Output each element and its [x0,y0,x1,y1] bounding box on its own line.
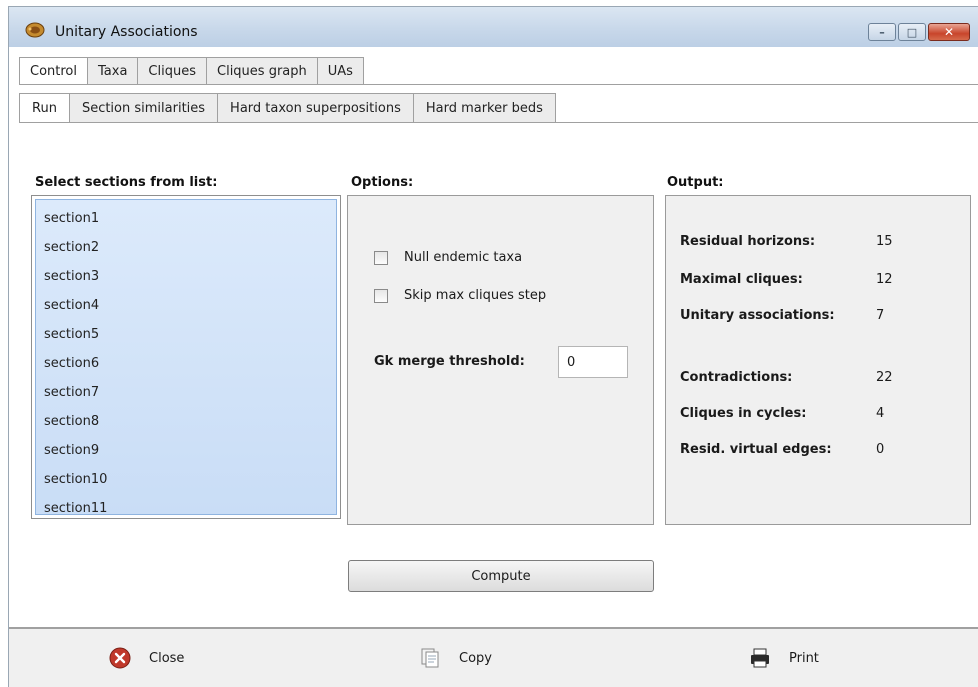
output-label: Output: [667,175,724,190]
output-cliques-in-cycles-label: Cliques in cycles: [680,406,807,421]
sections-label: Select sections from list: [35,175,218,190]
output-contradictions-value: 22 [876,370,893,385]
app-window: Unitary Associations – □ ✕ Control Taxa … [8,6,978,687]
null-endemic-label: Null endemic taxa [404,250,523,265]
list-item[interactable]: section4 [36,291,336,320]
minimize-icon: – [879,25,885,39]
output-residual-horizons-value: 15 [876,234,893,249]
null-endemic-checkbox[interactable] [374,250,388,265]
printer-icon [751,648,769,668]
output-unitary-associations-label: Unitary associations: [680,308,835,323]
null-endemic-option[interactable]: Null endemic taxa [374,250,522,265]
print-button-label: Print [789,650,819,666]
list-item[interactable]: section3 [36,262,336,291]
skip-max-cliques-option[interactable]: Skip max cliques step [374,288,546,303]
close-button[interactable]: Close [109,647,184,669]
tab-run[interactable]: Run [19,93,70,123]
output-maximal-cliques-label: Maximal cliques: [680,272,803,287]
output-maximal-cliques-value: 12 [876,272,893,287]
skip-max-cliques-label: Skip max cliques step [404,288,547,303]
copy-button[interactable]: Copy [419,647,492,669]
tab-hard-marker-beds[interactable]: Hard marker beds [413,93,556,123]
top-tabs: Control Taxa Cliques Cliques graph UAs [19,57,364,85]
list-item[interactable]: section6 [36,349,336,378]
list-item[interactable]: section2 [36,233,336,262]
close-icon: ✕ [943,25,955,39]
maximize-button[interactable]: □ [898,23,926,41]
tab-uas[interactable]: UAs [317,57,364,85]
tab-taxa[interactable]: Taxa [88,57,139,85]
tab-hard-taxon-superpositions[interactable]: Hard taxon superpositions [218,93,414,123]
list-item[interactable]: section1 [36,204,336,233]
copy-button-label: Copy [459,650,492,666]
output-resid-virtual-edges-value: 0 [876,442,885,457]
options-label: Options: [351,175,414,190]
title-bar[interactable]: Unitary Associations – □ ✕ [9,7,978,47]
list-item[interactable]: section5 [36,320,336,349]
close-circle-icon [109,647,131,669]
minimize-button[interactable]: – [868,23,896,41]
sub-tabs: Run Section similarities Hard taxon supe… [19,93,556,123]
tab-control[interactable]: Control [19,57,88,85]
output-residual-horizons-label: Residual horizons: [680,234,816,249]
copy-icon [421,648,439,668]
tab-section-similarities[interactable]: Section similarities [69,93,219,123]
bottom-toolbar: Close Copy Print [9,627,978,687]
skip-max-cliques-checkbox[interactable] [374,288,388,303]
close-window-button[interactable]: ✕ [928,23,970,41]
tab-divider [19,84,978,85]
sections-listbox[interactable]: section1 section2 section3 section4 sect… [31,195,341,519]
subtab-divider [19,122,978,123]
gk-threshold-label: Gk merge threshold: [374,354,525,369]
output-unitary-associations-value: 7 [876,308,885,323]
options-panel: Null endemic taxa Skip max cliques step … [347,195,654,525]
output-cliques-in-cycles-value: 4 [876,406,885,421]
list-item[interactable]: section8 [36,407,336,436]
gk-threshold-input[interactable]: 0 [558,346,628,378]
app-logo-icon [25,22,45,38]
output-resid-virtual-edges-label: Resid. virtual edges: [680,442,832,457]
output-contradictions-label: Contradictions: [680,370,793,385]
close-button-label: Close [149,650,185,666]
window-title: Unitary Associations [55,24,198,40]
list-item[interactable]: section10 [36,465,336,494]
main-content: Control Taxa Cliques Cliques graph UAs R… [9,47,978,687]
compute-button[interactable]: Compute [348,560,654,592]
tab-cliques-graph[interactable]: Cliques graph [207,57,318,85]
print-button[interactable]: Print [749,647,819,669]
output-panel: Residual horizons: 15 Maximal cliques: 1… [665,195,971,525]
maximize-icon: □ [906,25,918,39]
list-item[interactable]: section11 [36,494,336,523]
list-item[interactable]: section9 [36,436,336,465]
tab-cliques[interactable]: Cliques [138,57,207,85]
list-item[interactable]: section7 [36,378,336,407]
